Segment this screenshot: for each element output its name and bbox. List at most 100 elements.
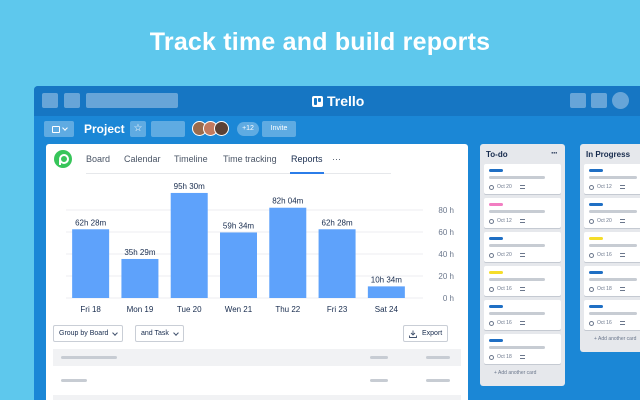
card-meta: Oct 18: [489, 354, 525, 360]
list-card[interactable]: Oct 16: [484, 266, 561, 296]
list-card[interactable]: Oct 16: [484, 300, 561, 330]
list-header: In Progress: [580, 144, 640, 164]
table-row[interactable]: [53, 395, 461, 400]
tab-calendar[interactable]: Calendar: [124, 154, 161, 164]
card-due-date: Oct 20: [497, 184, 512, 190]
bar[interactable]: [72, 229, 110, 298]
bar-data-label: 59h 34m: [223, 221, 254, 230]
clock-icon: [489, 286, 494, 292]
tab-timeline[interactable]: Timeline: [174, 154, 208, 164]
card-meta: Oct 16: [489, 320, 525, 326]
list-card[interactable]: Oct 18: [484, 334, 561, 364]
list-card[interactable]: Oct 20: [484, 164, 561, 194]
card-title-placeholder: [489, 312, 545, 315]
card-meta: Oct 12: [589, 184, 625, 190]
tab-board[interactable]: Board: [86, 154, 110, 164]
boards-button[interactable]: [64, 93, 80, 108]
list-card[interactable]: Oct 18: [584, 266, 640, 296]
active-tab-indicator: [290, 172, 324, 174]
board-visibility-button[interactable]: [151, 121, 185, 137]
card-title-placeholder: [589, 278, 637, 281]
trello-logo: Trello: [312, 93, 364, 109]
x-tick-label: Wen 21: [225, 305, 253, 314]
x-tick-label: Sat 24: [375, 305, 399, 314]
app-name: Trello: [327, 93, 365, 109]
chevron-down-icon: [173, 329, 179, 336]
board-icon: [51, 125, 60, 133]
download-icon: [409, 330, 417, 338]
description-icon: [519, 253, 525, 257]
list-in-progress: In Progress Oct 12 Oct 20 Oct 16 Oct 18 Oct …: [580, 144, 640, 352]
card-title-placeholder: [489, 346, 545, 349]
bar[interactable]: [318, 229, 356, 298]
clock-icon: [489, 252, 494, 258]
and-task-label: and Task: [141, 330, 169, 337]
card-meta: Oct 16: [589, 252, 625, 258]
add-card-button[interactable]: + Add another card: [580, 334, 640, 348]
y-tick-label: 80 h: [438, 206, 454, 215]
home-button[interactable]: [42, 93, 58, 108]
list-card[interactable]: Oct 12: [584, 164, 640, 194]
card-label: [589, 237, 603, 240]
list-card[interactable]: Oct 12: [484, 198, 561, 228]
card-title-placeholder: [589, 210, 637, 213]
member-avatar[interactable]: [214, 121, 229, 136]
y-tick-label: 60 h: [438, 228, 454, 237]
tab-more[interactable]: ···: [332, 154, 341, 164]
list-menu-icon[interactable]: ···: [551, 148, 558, 158]
group-by-select[interactable]: Group by Board: [53, 325, 124, 342]
row-text-placeholder: [61, 379, 87, 382]
bar[interactable]: [121, 258, 159, 298]
clock-icon: [589, 320, 594, 326]
app-window: Trello Project ☆ +12 Invite Board Calend…: [34, 86, 640, 400]
card-label: [589, 305, 603, 308]
x-tick-label: Fri 18: [80, 305, 101, 314]
card-title-placeholder: [589, 244, 637, 247]
description-icon: [519, 219, 525, 223]
bar[interactable]: [170, 192, 208, 298]
bar[interactable]: [367, 286, 405, 298]
clock-icon: [489, 184, 494, 190]
table-row[interactable]: [53, 349, 461, 366]
list-card[interactable]: Oct 16: [584, 232, 640, 262]
list-title[interactable]: In Progress: [586, 150, 630, 159]
board-switcher[interactable]: [44, 121, 74, 137]
export-button[interactable]: Export: [403, 325, 449, 342]
clock-icon: [489, 218, 494, 224]
list-card[interactable]: Oct 20: [484, 232, 561, 262]
description-icon: [619, 321, 625, 325]
clock-icon: [489, 320, 494, 326]
card-label: [589, 271, 603, 274]
bar-data-label: 62h 28m: [75, 218, 106, 227]
notifications-button[interactable]: [591, 93, 607, 108]
card-meta: Oct 12: [489, 218, 525, 224]
bar[interactable]: [269, 207, 307, 298]
card-meta: Oct 18: [589, 286, 625, 292]
add-button[interactable]: [570, 93, 586, 108]
card-label: [489, 305, 503, 308]
list-card[interactable]: Oct 20: [584, 198, 640, 228]
star-icon[interactable]: ☆: [130, 121, 146, 137]
list-to-do: To-do ··· Oct 20 Oct 12 Oct 20 Oct 16 Oct 16…: [480, 144, 565, 386]
group-by-label: Group by Board: [59, 330, 109, 337]
list-title[interactable]: To-do: [486, 150, 508, 159]
user-avatar[interactable]: [612, 92, 629, 109]
bar-data-label: 62h 28m: [322, 218, 353, 227]
invite-button[interactable]: Invite: [262, 121, 296, 137]
list-card[interactable]: Oct 16: [584, 300, 640, 330]
card-title-placeholder: [489, 210, 545, 213]
member-overflow-badge[interactable]: +12: [237, 122, 259, 136]
clock-icon: [489, 354, 494, 360]
tab-time-tracking[interactable]: Time tracking: [223, 154, 277, 164]
row-value-placeholder: [370, 356, 388, 359]
tab-reports[interactable]: Reports: [291, 154, 323, 164]
search-input[interactable]: [86, 93, 178, 108]
board-title[interactable]: Project: [84, 122, 125, 136]
table-row[interactable]: [53, 372, 461, 389]
description-icon: [619, 287, 625, 291]
headline: Track time and build reports: [149, 28, 491, 56]
description-icon: [619, 185, 625, 189]
add-card-button[interactable]: + Add another card: [480, 368, 565, 382]
bar[interactable]: [220, 232, 257, 298]
and-task-select[interactable]: and Task: [135, 325, 184, 342]
